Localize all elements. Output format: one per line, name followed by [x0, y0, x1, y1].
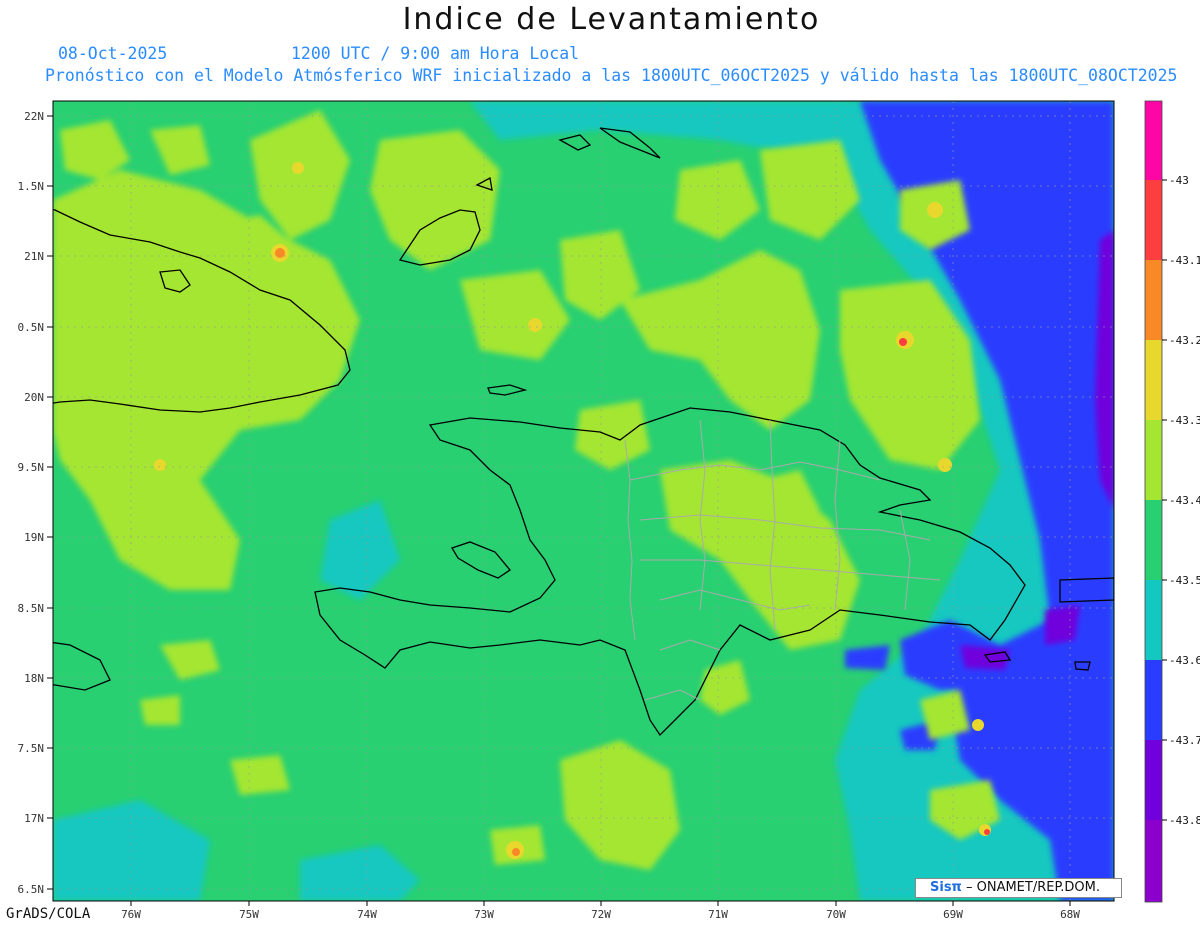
colorbar-swatch — [1145, 180, 1162, 260]
colorbar-label: -43 — [1169, 174, 1189, 187]
lon-label: 68W — [1060, 908, 1080, 921]
colorbar-swatch — [1145, 660, 1162, 740]
lat-label: 20N — [24, 391, 44, 404]
colorbar-label: -43.8 — [1169, 814, 1200, 827]
colorbar-swatch — [1145, 260, 1162, 340]
colorbar-label: -43.6 — [1169, 654, 1200, 667]
lat-label: 7.5N — [18, 742, 45, 755]
lat-label: 17N — [24, 812, 44, 825]
lat-label: 6.5N — [18, 883, 45, 896]
colorbar-swatch — [1145, 500, 1162, 580]
colorbar-swatch — [1145, 101, 1162, 180]
lat-label: 19N — [24, 531, 44, 544]
colorbar-label: -43.5 — [1169, 574, 1200, 587]
lat-label: 22N — [24, 110, 44, 123]
lon-label: 74W — [357, 908, 377, 921]
latitude-axis: 22N 1.5N 21N 0.5N 20N 9.5N 19N 8.5N 18N … — [18, 110, 53, 896]
lon-label: 70W — [826, 908, 846, 921]
lat-label: 1.5N — [18, 180, 45, 193]
logo-text: – ONAMET/REP.DOM. — [965, 880, 1101, 895]
lon-label: 75W — [239, 908, 259, 921]
onamet-logo: Sisπ – ONAMET/REP.DOM. — [915, 878, 1122, 898]
lat-label: 8.5N — [18, 602, 45, 615]
colorbar-label: -43.2 — [1169, 334, 1200, 347]
colorbar-label: -43.7 — [1169, 734, 1200, 747]
lat-label: 21N — [24, 250, 44, 263]
forecast-map: 22N 1.5N 21N 0.5N 20N 9.5N 19N 8.5N 18N … — [18, 100, 1200, 921]
lon-label: 76W — [121, 908, 141, 921]
colorbar-label: -43.4 — [1169, 494, 1200, 507]
lifted-index-field — [53, 101, 1114, 901]
grads-credit: GrADS/COLA — [6, 906, 91, 922]
lat-label: 9.5N — [18, 461, 45, 474]
lon-label: 71W — [708, 908, 728, 921]
colorbar-swatch — [1145, 340, 1162, 420]
colorbar-swatch — [1145, 420, 1162, 500]
colorbar-label: -43.1 — [1169, 254, 1200, 267]
colorbar-swatch — [1145, 740, 1162, 820]
lon-label: 73W — [474, 908, 494, 921]
logo-brand: Sisπ — [930, 880, 962, 895]
lat-label: 18N — [24, 672, 44, 685]
colorbar-swatch — [1145, 820, 1162, 902]
lat-label: 0.5N — [18, 321, 45, 334]
colorbar-label: -43.3 — [1169, 414, 1200, 427]
lon-label: 69W — [943, 908, 963, 921]
lon-label: 72W — [591, 908, 611, 921]
longitude-axis: 76W 75W 74W 73W 72W 71W 70W 69W 68W — [121, 901, 1080, 921]
colorbar: -43 -43.1 -43.2 -43.3 -43.4 -43.5 -43.6 … — [1144, 100, 1200, 903]
colorbar-swatch — [1145, 580, 1162, 660]
